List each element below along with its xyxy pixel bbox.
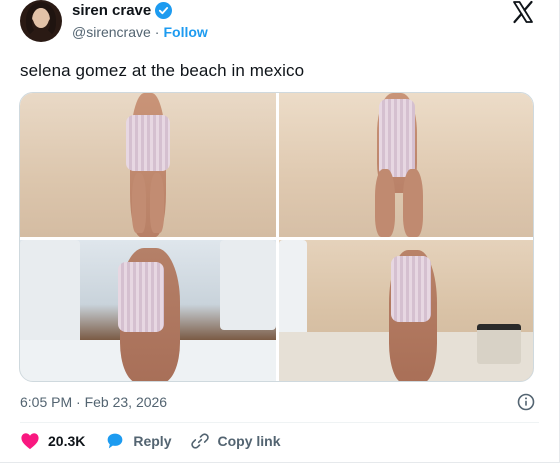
tweet-text: selena gomez at the beach in mexico — [20, 61, 305, 80]
media-photo-3[interactable] — [20, 240, 276, 381]
follow-button[interactable]: Follow — [163, 24, 207, 40]
reply-bubble-icon — [105, 432, 125, 450]
author-name[interactable]: siren crave — [72, 2, 151, 19]
like-count: 20.3K — [48, 433, 86, 449]
copy-link-button[interactable]: Copy link — [191, 432, 281, 450]
handle-separator: · — [154, 24, 160, 40]
like-button[interactable]: 20.3K — [20, 432, 85, 450]
divider — [20, 422, 539, 423]
avatar[interactable] — [20, 0, 62, 42]
media-grid — [19, 92, 534, 382]
link-icon — [191, 432, 210, 450]
reply-label: Reply — [133, 433, 172, 449]
verified-badge-icon — [155, 2, 173, 19]
media-photo-4[interactable] — [279, 240, 533, 381]
author-name-row: siren crave — [72, 2, 173, 19]
tweet-embed-card: siren crave @sirencrave · Follow selena … — [0, 0, 560, 463]
copy-link-label: Copy link — [217, 433, 281, 449]
x-logo-icon[interactable] — [511, 0, 535, 24]
tweet-actions: 20.3K Reply Copy link — [20, 432, 281, 450]
media-photo-2[interactable] — [279, 93, 533, 237]
media-photo-1[interactable] — [20, 93, 276, 237]
reply-button[interactable]: Reply — [105, 432, 171, 450]
heart-icon — [20, 432, 40, 450]
info-icon[interactable] — [517, 393, 535, 411]
author-handle[interactable]: @sirencrave — [72, 24, 151, 40]
author-handle-row: @sirencrave · Follow — [72, 24, 208, 40]
tweet-timestamp[interactable]: 6:05 PM · Feb 23, 2026 — [20, 394, 167, 410]
